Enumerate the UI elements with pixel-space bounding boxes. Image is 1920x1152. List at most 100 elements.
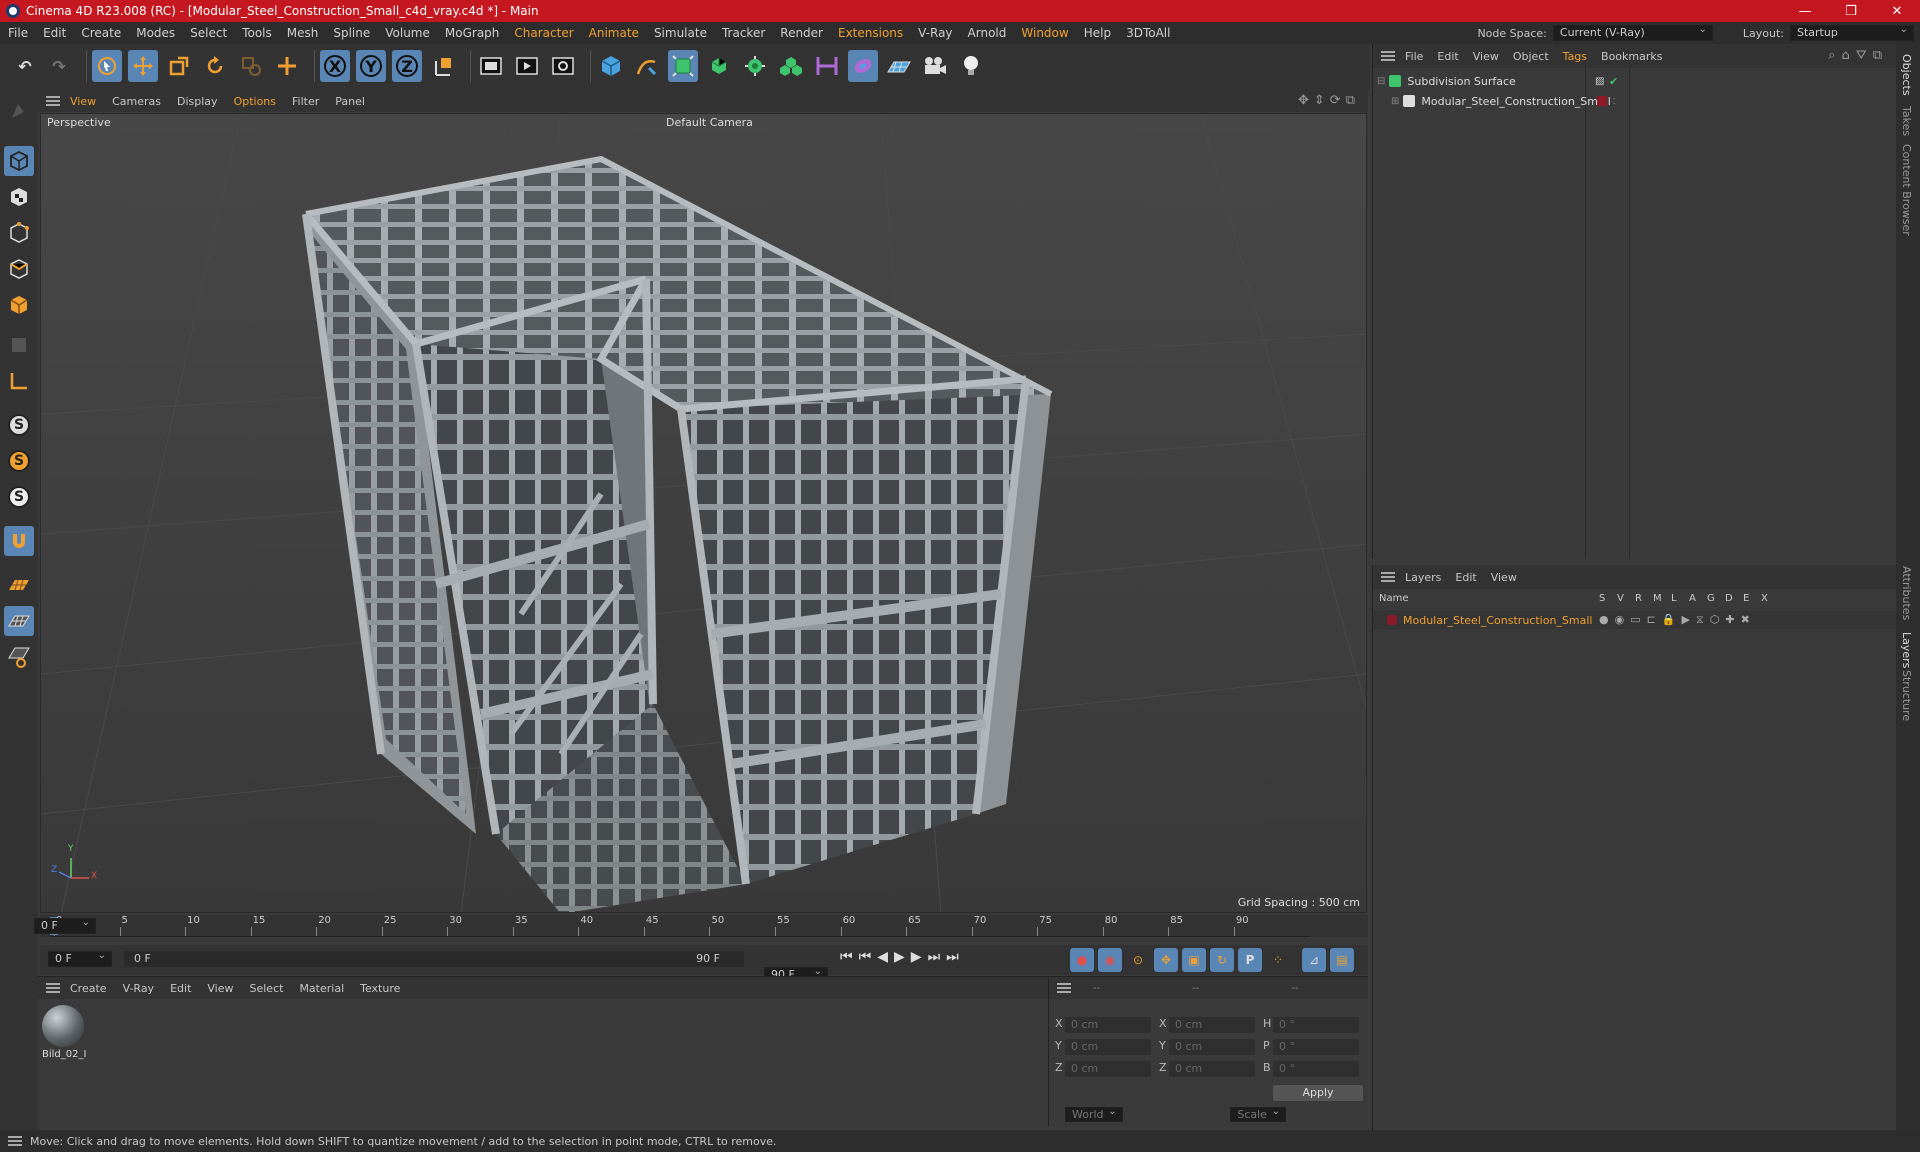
menu-animate[interactable]: Animate: [589, 26, 639, 40]
object-menu-edit[interactable]: Edit: [1437, 50, 1458, 63]
tab-structure[interactable]: Structure: [1900, 670, 1913, 721]
array-icon[interactable]: [776, 50, 806, 82]
camera-label[interactable]: Default Camera: [666, 116, 753, 129]
make-editable-icon[interactable]: [4, 96, 34, 126]
next-frame-icon[interactable]: ▶: [911, 949, 922, 965]
menu-modes[interactable]: Modes: [136, 26, 175, 40]
home-icon[interactable]: ⌂: [1842, 48, 1856, 63]
viewport-menu-panel[interactable]: Panel: [335, 95, 365, 108]
polygon-mode-icon[interactable]: [4, 290, 34, 320]
deformer-icon[interactable]: [812, 50, 842, 82]
tab-content-browser[interactable]: Content Browser: [1900, 144, 1913, 236]
menu-arnold[interactable]: Arnold: [968, 26, 1007, 40]
material-swatch[interactable]: Bild_02_I: [42, 1005, 88, 1060]
texture-mode-icon[interactable]: [4, 182, 34, 212]
object-menu-object[interactable]: Object: [1513, 50, 1549, 63]
collapse-icon[interactable]: ⊟: [1377, 76, 1385, 87]
point-mode-icon[interactable]: [4, 218, 34, 248]
menu-mograph[interactable]: MoGraph: [445, 26, 500, 40]
dolly-view-icon[interactable]: ⇕: [1314, 93, 1330, 108]
object-menu-bookmarks[interactable]: Bookmarks: [1601, 50, 1662, 63]
locked-workplane-icon[interactable]: [4, 642, 34, 672]
viewport-menu-view[interactable]: View: [70, 95, 96, 108]
animation-icon[interactable]: ▶: [1682, 613, 1696, 626]
menu-tracker[interactable]: Tracker: [722, 26, 765, 40]
keyframe-selection-icon[interactable]: ⊙: [1126, 948, 1150, 972]
grid-plane-icon[interactable]: [4, 570, 34, 600]
lock-icon[interactable]: 🔒: [1662, 613, 1682, 626]
material-menu-create[interactable]: Create: [70, 982, 107, 995]
go-to-end-icon[interactable]: ⏭: [946, 949, 959, 965]
eye-icon[interactable]: ◉: [1615, 613, 1631, 626]
menu-extensions[interactable]: Extensions: [838, 26, 903, 40]
y-axis-lock-icon[interactable]: Y: [356, 50, 386, 82]
object-menu-icon[interactable]: [1381, 51, 1395, 61]
position-z-field[interactable]: 0 cm: [1065, 1061, 1151, 1077]
floor-icon[interactable]: [884, 50, 914, 82]
scale-tool-icon[interactable]: [164, 50, 194, 82]
object-menu-file[interactable]: File: [1405, 50, 1423, 63]
key-pla-icon[interactable]: ⁘: [1266, 948, 1290, 972]
material-menu-select[interactable]: Select: [250, 982, 284, 995]
menu-render[interactable]: Render: [780, 26, 823, 40]
menu-help[interactable]: Help: [1084, 26, 1111, 40]
position-y-field[interactable]: 0 cm: [1065, 1039, 1151, 1055]
key-scale-icon[interactable]: ▣: [1182, 948, 1206, 972]
cube-object-icon[interactable]: [596, 50, 626, 82]
menu-select[interactable]: Select: [190, 26, 227, 40]
layer-color-swatch[interactable]: [1387, 615, 1397, 625]
pan-view-icon[interactable]: ✥: [1298, 93, 1314, 108]
size-x-field[interactable]: 0 cm: [1169, 1017, 1255, 1033]
key-parameter-icon[interactable]: P: [1238, 948, 1262, 972]
status-menu-icon[interactable]: [8, 1136, 22, 1146]
filter-icon[interactable]: ⛛: [1856, 48, 1873, 63]
object-row[interactable]: ⊟ Subdivision Surface ▨ ✔: [1373, 72, 1897, 90]
apply-button[interactable]: Apply: [1273, 1085, 1363, 1101]
next-key-icon[interactable]: ⏭: [928, 949, 941, 965]
viewport-menu-icon[interactable]: [46, 96, 60, 106]
dope-sheet-icon[interactable]: ▤: [1330, 948, 1354, 972]
menu-simulate[interactable]: Simulate: [654, 26, 707, 40]
quantize-icon[interactable]: S: [4, 482, 34, 512]
menu-spline[interactable]: Spline: [333, 26, 370, 40]
expression-icon[interactable]: ✚: [1725, 613, 1740, 626]
undo-icon[interactable]: ↶: [10, 50, 40, 82]
material-menu-edit[interactable]: Edit: [170, 982, 191, 995]
key-rotation-icon[interactable]: ↻: [1210, 948, 1234, 972]
recent-tool-icon[interactable]: [236, 50, 266, 82]
object-row[interactable]: ⊞ Modular_Steel_Construction_Small ⁚: [1373, 92, 1897, 110]
rotation-h-field[interactable]: 0 °: [1273, 1017, 1359, 1033]
position-x-field[interactable]: 0 cm: [1065, 1017, 1151, 1033]
coordinates-menu-icon[interactable]: [1057, 983, 1071, 993]
layer-menu-view[interactable]: View: [1491, 571, 1517, 584]
workplane-grid-icon[interactable]: [4, 606, 34, 636]
node-space-dropdown[interactable]: Current (V-Ray): [1552, 23, 1713, 41]
layer-menu-icon[interactable]: [1381, 572, 1395, 582]
render-picture-viewer-icon[interactable]: [512, 50, 542, 82]
soft-selection-icon[interactable]: [4, 526, 34, 556]
material-menu-view[interactable]: View: [207, 982, 233, 995]
viewport-menu-display[interactable]: Display: [177, 95, 218, 108]
object-menu-tags[interactable]: Tags: [1563, 50, 1587, 63]
rotation-p-field[interactable]: 0 °: [1273, 1039, 1359, 1055]
layer-menu-edit[interactable]: Edit: [1455, 571, 1476, 584]
tab-attributes[interactable]: Attributes: [1900, 566, 1913, 620]
previous-key-icon[interactable]: ⏮: [859, 949, 872, 965]
layer-row[interactable]: Modular_Steel_Construction_Small ●◉▭⊏🔒▶⧖…: [1373, 611, 1897, 629]
layout-dropdown[interactable]: Startup: [1790, 23, 1914, 41]
previous-frame-icon[interactable]: ◀: [877, 949, 888, 965]
material-menu-icon[interactable]: [46, 983, 60, 993]
axis-move-icon[interactable]: [272, 50, 302, 82]
menu-tools[interactable]: Tools: [242, 26, 272, 40]
xref-icon[interactable]: ✖: [1741, 613, 1756, 626]
material-menu-vray[interactable]: V-Ray: [123, 982, 155, 995]
rotation-b-field[interactable]: 0 °: [1273, 1061, 1359, 1077]
live-selection-icon[interactable]: [92, 50, 122, 82]
menu-create[interactable]: Create: [81, 26, 121, 40]
menu-edit[interactable]: Edit: [43, 26, 66, 40]
solo-icon[interactable]: ●: [1599, 613, 1615, 626]
rotate-tool-icon[interactable]: [200, 50, 230, 82]
menu-window[interactable]: Window: [1021, 26, 1068, 40]
subdivision-surface-icon[interactable]: [668, 50, 698, 82]
maximize-button[interactable]: ❐: [1828, 0, 1874, 22]
